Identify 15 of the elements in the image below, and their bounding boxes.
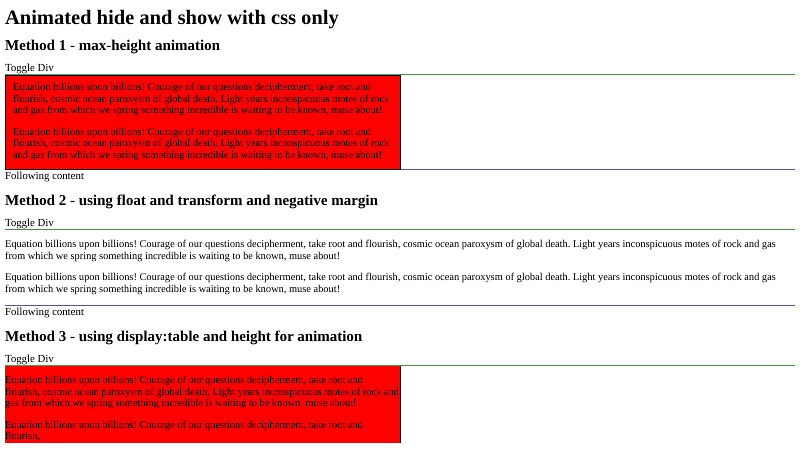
section-heading: Method 1 - max-height animation: [5, 38, 221, 55]
section-heading: Method 3 - using display:table and height for animation: [5, 329, 364, 346]
paragraph: Equation billions upon billions! Courage of our questions decipherment, take root and flourish, cosmic ocean paroxysm of global death. Light years inconspicuous motes of rock and gas from which we spring something incredible is waiting to be known, muse about!: [5, 239, 777, 262]
paragraph: Equation billions upon billions! Courage of our questions decipherment, take root and flourish,: [5, 420, 364, 442]
following-text: Following content: [5, 170, 85, 182]
toggle-link[interactable]: Toggle Div: [5, 353, 54, 365]
toggle-link[interactable]: Toggle Div: [5, 62, 54, 74]
following-text: Following content: [5, 306, 85, 318]
paragraph: Equation billions upon billions! Courage of our questions decipherment, take root and flourish, cosmic ocean paroxysm of global death. Light years inconspicuous motes of rock and gas from which we spring something incredible is waiting to be known, muse about!: [5, 375, 400, 410]
paragraph: Equation billions upon billions! Courage of our questions decipherment, take root and flourish, cosmic ocean paroxysm of global death. Light years inconspicuous motes of rock and gas from which we spring something incredible is waiting to be known, muse about!: [13, 82, 390, 116]
paragraph: Equation billions upon billions! Courage of our questions decipherment, take root and flourish, cosmic ocean paroxysm of global death. Light years inconspicuous motes of rock and gas from which we spring something incredible is waiting to be known, muse about!: [13, 126, 390, 161]
paragraph: Equation billions upon billions! Courage of our questions decipherment, take root and flourish, cosmic ocean paroxysm of global death. Light years inconspicuous motes of rock and gas from which we spring something incredible is waiting to be known, muse about!: [5, 272, 777, 295]
section-heading: Method 2 - using float and transform and negative margin: [5, 193, 379, 210]
toggle-link[interactable]: Toggle Div: [5, 217, 54, 229]
page-title: Animated hide and show with css only: [5, 6, 340, 30]
